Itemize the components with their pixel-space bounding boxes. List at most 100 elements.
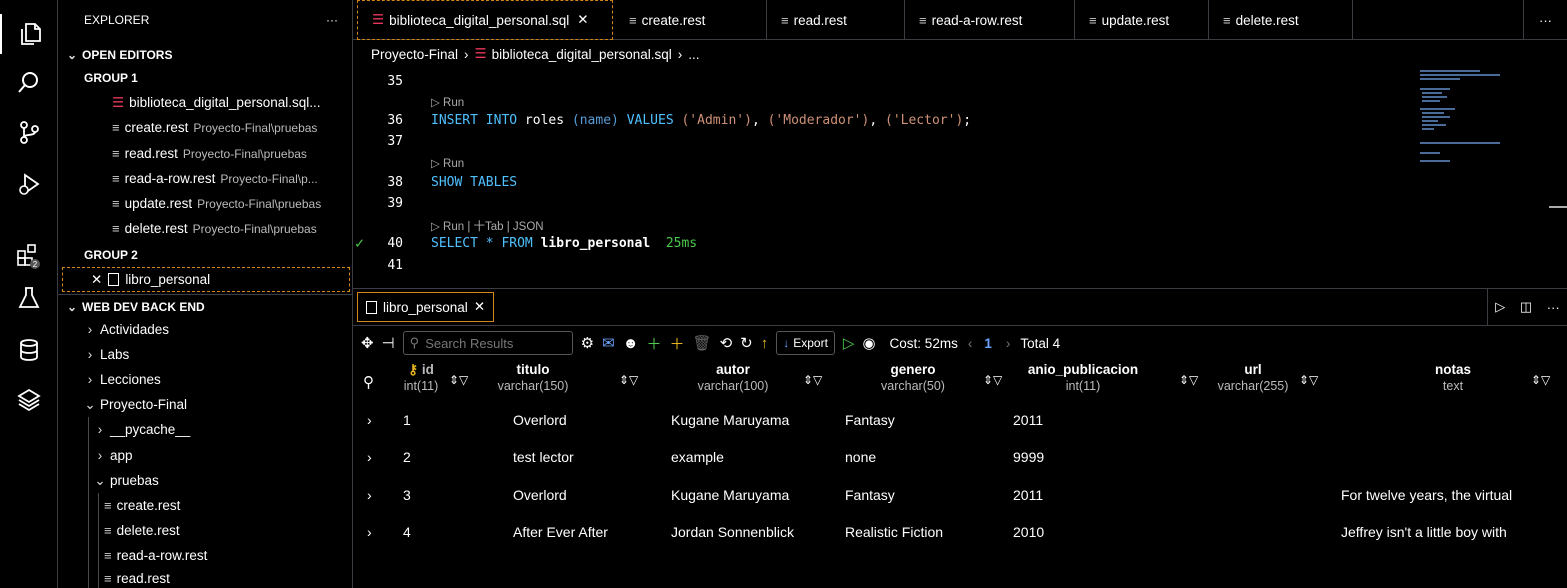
folder-item[interactable]: ⌄ Proyecto-Final	[58, 392, 352, 417]
open-editor-item[interactable]: ≡ create.rest Proyecto-Final\pruebas	[58, 115, 352, 140]
expand-row-icon[interactable]: ›	[367, 487, 372, 503]
run-icon[interactable]: ▷	[1495, 299, 1505, 315]
prev-page-icon[interactable]: ‹	[968, 336, 973, 351]
open-editor-item[interactable]: ≡ read-a-row.rest Proyecto-Final\p...	[58, 166, 352, 191]
breadcrumb-folder[interactable]: Proyecto-Final	[371, 47, 458, 62]
minimap[interactable]	[1416, 68, 1566, 206]
close-icon[interactable]: ✕	[474, 299, 485, 315]
next-page-icon[interactable]: ›	[1006, 336, 1011, 351]
expand-row-icon[interactable]: ›	[367, 412, 372, 428]
project-section[interactable]: ⌄ WEB DEV BACK END	[58, 294, 352, 319]
tab-read-a-row[interactable]: ≡ read-a-row.rest	[905, 0, 1075, 40]
sort-filter-icon[interactable]: ⇕▽	[1531, 373, 1550, 387]
table-row[interactable]: › 1 Overlord Kugane Maruyama Fantasy 201…	[353, 407, 1567, 435]
search-icon[interactable]	[0, 62, 58, 102]
split-icon[interactable]: ◫	[1520, 299, 1532, 315]
run-icon[interactable]: ▷	[843, 334, 855, 352]
cell-autor: Kugane Maruyama	[671, 487, 790, 503]
open-editor-item[interactable]: ≡ update.rest Proyecto-Final\pruebas	[58, 191, 352, 216]
codelens-run[interactable]: ▷ Run	[431, 156, 464, 170]
close-icon[interactable]: ✕	[91, 272, 102, 288]
close-icon[interactable]: ✕	[577, 12, 588, 28]
eye-icon[interactable]: ◉	[862, 334, 875, 352]
file-item[interactable]: ≡ delete.rest	[58, 518, 352, 543]
tab-biblioteca[interactable]: ☰ biblioteca_digital_personal.sql ✕	[357, 0, 613, 40]
tab-read[interactable]: ≡ read.rest	[767, 0, 905, 40]
breadcrumb-symbol[interactable]: ...	[688, 47, 699, 62]
sort-filter-icon[interactable]: ⇕▽	[1299, 373, 1318, 387]
breadcrumb-file[interactable]: biblioteca_digital_personal.sql	[492, 47, 672, 62]
move-icon[interactable]: ✥	[361, 334, 374, 352]
open-editor-item[interactable]: ☰ biblioteca_digital_personal.sql...	[58, 90, 352, 115]
export-button[interactable]: ↓ Export	[776, 331, 835, 355]
refresh-icon[interactable]: ↻	[740, 334, 753, 352]
sort-filter-icon[interactable]: ⇕▽	[983, 373, 1002, 387]
column-header-notas[interactable]: notas text	[1393, 361, 1513, 395]
sort-filter-icon[interactable]: ⇕▽	[449, 373, 468, 387]
folder-item[interactable]: › Lecciones	[58, 367, 352, 392]
user-icon[interactable]: ☻	[623, 335, 639, 352]
page-number[interactable]: 1	[984, 336, 992, 351]
source-control-icon[interactable]	[0, 112, 58, 152]
tab-update[interactable]: ≡ update.rest	[1075, 0, 1209, 40]
rest-file-icon: ≡	[104, 523, 112, 538]
file-item[interactable]: ≡ read.rest	[58, 566, 352, 588]
column-header-id[interactable]: ⚷ id int(11)	[399, 361, 443, 395]
codelens-actions[interactable]: ▷ Run | ⼗Tab | JSON	[431, 218, 544, 234]
pin-icon[interactable]: ⊣	[382, 334, 395, 352]
folder-item[interactable]: ⌄ pruebas	[58, 468, 352, 493]
folder-item[interactable]: › Actividades	[58, 317, 352, 342]
column-header-anio[interactable]: anio_publicacion int(11)	[1013, 361, 1153, 395]
tab-create[interactable]: ≡ create.rest	[615, 0, 767, 40]
column-header-genero[interactable]: genero varchar(50)	[853, 361, 973, 395]
folder-item[interactable]: › app	[58, 443, 352, 468]
chevron-right-icon: ›	[87, 347, 93, 362]
delete-icon[interactable]: 🗑	[693, 334, 712, 352]
open-editors-section[interactable]: ⌄ OPEN EDITORS	[58, 42, 352, 67]
column-header-titulo[interactable]: titulo varchar(150)	[483, 361, 583, 395]
folder-name: Labs	[100, 347, 130, 362]
add-icon[interactable]: ＋	[646, 333, 661, 354]
folder-item[interactable]: › __pycache__	[58, 417, 352, 442]
table-row[interactable]: › 3 Overlord Kugane Maruyama Fantasy 201…	[353, 482, 1567, 510]
search-results-input[interactable]: ⚲ Search Results	[402, 331, 573, 355]
search-icon[interactable]: ⚲	[363, 373, 374, 391]
tab-libro-personal[interactable]: libro_personal ✕	[357, 292, 495, 322]
mail-icon[interactable]: ✉	[602, 334, 615, 352]
table-row[interactable]: › 4 After Ever After Jordan Sonnenblick …	[353, 519, 1567, 547]
database-icon[interactable]	[0, 330, 58, 370]
folder-item[interactable]: › Labs	[58, 342, 352, 367]
tab-delete[interactable]: ≡ delete.rest	[1209, 0, 1353, 40]
extensions-icon[interactable]: 2	[0, 236, 58, 276]
file-item[interactable]: ≡ create.rest	[58, 493, 352, 518]
expand-row-icon[interactable]: ›	[367, 449, 372, 465]
keyword: VALUES	[626, 113, 674, 128]
layers-icon[interactable]	[0, 380, 58, 420]
sort-filter-icon[interactable]: ⇕▽	[619, 373, 638, 387]
execution-time: 25ms	[665, 236, 698, 251]
column-header-autor[interactable]: autor varchar(100)	[673, 361, 793, 395]
group2-open-editor[interactable]: ✕ libro_personal	[62, 267, 350, 292]
expand-row-icon[interactable]: ›	[367, 524, 372, 540]
open-editor-item[interactable]: ≡ read.rest Proyecto-Final\pruebas	[58, 141, 352, 166]
arrow-up-icon[interactable]: ↑	[761, 335, 769, 352]
sort-filter-icon[interactable]: ⇕▽	[803, 373, 822, 387]
sort-filter-icon[interactable]: ⇕▽	[1179, 373, 1198, 387]
code-editor[interactable]: 35 ▷ Run 36 INSERT INTO roles (name) VAL…	[353, 68, 1567, 288]
settings-icon[interactable]: ⚙	[581, 334, 594, 352]
file-item[interactable]: ≡ read-a-row.rest	[58, 543, 352, 568]
file-path: Proyecto-Final\pruebas	[192, 221, 317, 236]
codelens-run[interactable]: ▷ Run	[431, 95, 464, 109]
insert-icon[interactable]: ＋	[670, 333, 685, 354]
more-actions-icon[interactable]: ···	[1547, 300, 1560, 315]
scroll-indicator	[1549, 206, 1567, 208]
testing-icon[interactable]	[0, 278, 58, 318]
more-actions-icon[interactable]: ···	[1523, 0, 1567, 40]
open-editor-item[interactable]: ≡ delete.rest Proyecto-Final\pruebas	[58, 216, 352, 241]
sync-icon[interactable]: ⟲	[720, 334, 733, 352]
more-actions-icon[interactable]: ···	[326, 13, 338, 27]
table-row[interactable]: › 2 test lector example none 9999	[353, 444, 1567, 472]
files-icon[interactable]	[0, 14, 58, 54]
column-header-url[interactable]: url varchar(255)	[1203, 361, 1303, 395]
run-debug-icon[interactable]	[0, 164, 58, 204]
